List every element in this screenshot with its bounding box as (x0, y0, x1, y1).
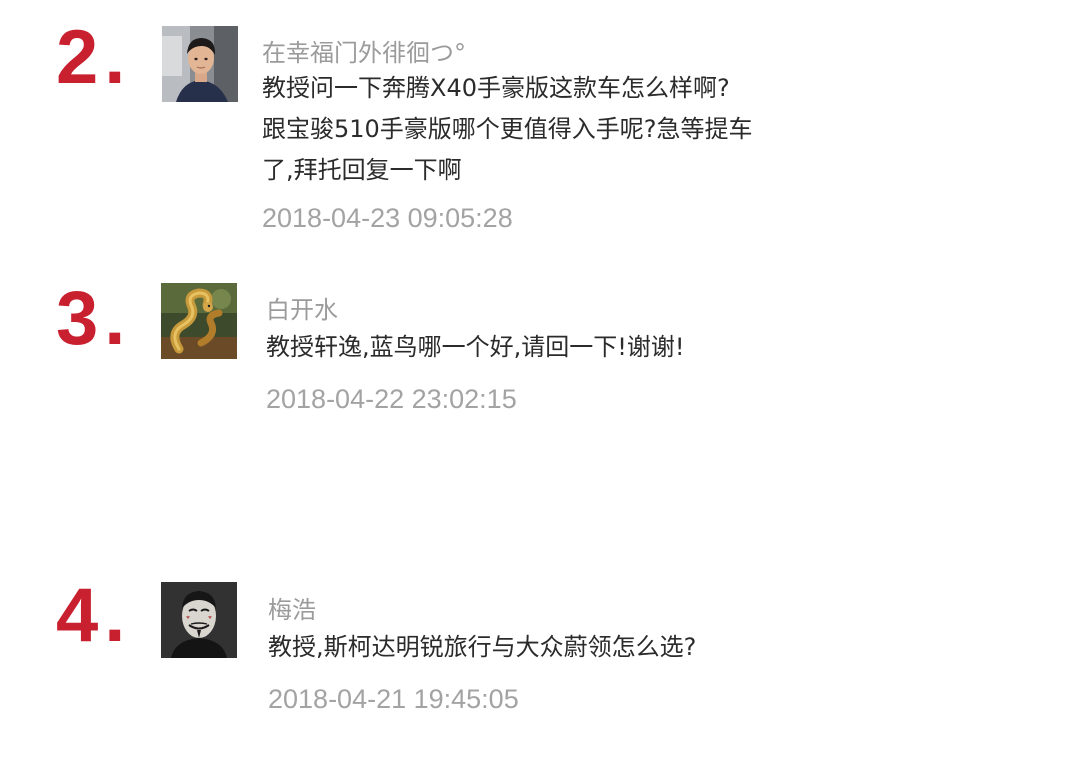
rank-number: 4. (56, 573, 132, 658)
username[interactable]: 在幸福门外徘徊つ° (262, 33, 466, 68)
user-avatar[interactable] (161, 283, 237, 359)
user-avatar[interactable] (161, 582, 237, 658)
rank-number: 2. (56, 15, 132, 100)
user-avatar[interactable] (162, 26, 238, 102)
avatar-snake-artwork-icon (161, 283, 237, 359)
username[interactable]: 白开水 (266, 290, 338, 325)
comment-text-line: 了,拜托回复一下啊 (262, 156, 462, 184)
comment-timestamp: 2018-04-22 23:02:15 (266, 384, 517, 414)
comment-text-line: 教授问一下奔腾X40手豪版这款车怎么样啊? (262, 74, 730, 102)
username[interactable]: 梅浩 (268, 590, 316, 625)
comment-timestamp: 2018-04-21 19:45:05 (268, 684, 519, 714)
comment-timestamp: 2018-04-23 09:05:28 (262, 203, 513, 233)
avatar-young-man-photo-icon (162, 26, 238, 102)
comment-text-line: 教授轩逸,蓝鸟哪一个好,请回一下!谢谢! (266, 333, 685, 361)
comment-text-line: 教授,斯柯达明锐旅行与大众蔚领怎么选? (268, 633, 697, 661)
avatar-guy-fawkes-mask-icon (161, 582, 237, 658)
comment-text-line: 跟宝骏510手豪版哪个更值得入手呢?急等提车 (262, 115, 753, 143)
rank-number: 3. (56, 276, 132, 361)
